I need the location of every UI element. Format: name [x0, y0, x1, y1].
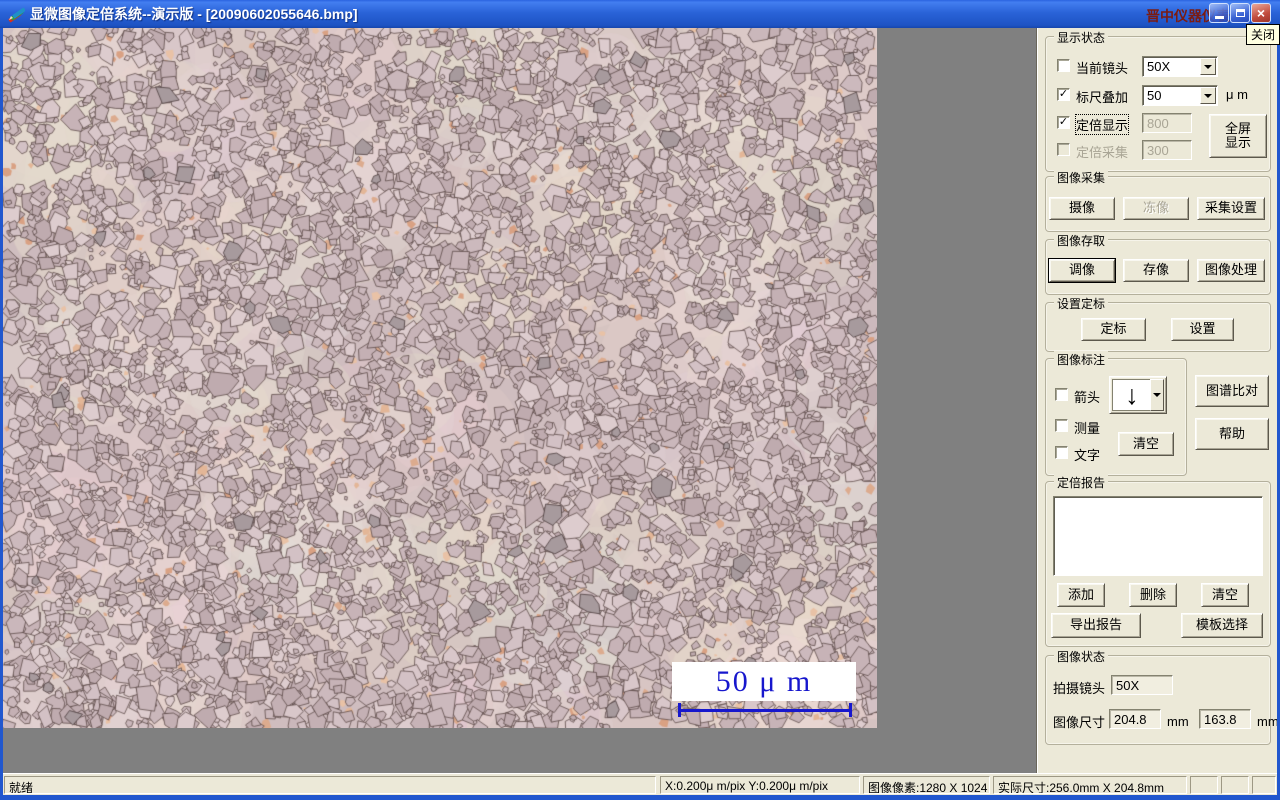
status-ready: 就绪 [4, 776, 656, 794]
status-actual-size: 实际尺寸:256.0mm X 204.8mm [993, 776, 1187, 794]
ruler-value: 50 [1147, 88, 1162, 103]
load-image-button[interactable]: 调像 [1048, 258, 1116, 283]
group-image-status: 图像状态 [1045, 648, 1271, 745]
annotation-clear-button[interactable]: 清空 [1118, 432, 1174, 456]
help-button[interactable]: 帮助 [1195, 418, 1269, 450]
current-lens-label: 当前镜头 [1076, 61, 1129, 76]
fixed-display-label: 定倍显示 [1074, 114, 1130, 135]
ruler-unit-label: μ m [1226, 87, 1248, 102]
capture-lens-field: 50X [1111, 675, 1173, 695]
shoot-button[interactable]: 摄像 [1049, 197, 1115, 220]
fixed-capture-checkbox [1057, 143, 1070, 156]
group-calibration: 设置 定标 [1045, 295, 1271, 352]
status-pixels: 图像像素:1280 X 1024 [863, 776, 990, 794]
client-area: 50 μ m [3, 28, 1036, 773]
status-empty-2 [1221, 776, 1249, 794]
save-image-button[interactable]: 存像 [1123, 259, 1189, 282]
scale-overlay-line [681, 709, 849, 712]
fixed-display-checkbox[interactable] [1057, 116, 1070, 129]
fixed-capture-label: 定倍采集 [1076, 145, 1129, 160]
restore-button[interactable] [1230, 3, 1250, 23]
measure-checkbox[interactable] [1055, 419, 1068, 432]
capture-lens-label: 拍摄镜头 [1053, 681, 1106, 696]
arrow-label: 箭头 [1074, 390, 1101, 405]
chevron-down-icon [1204, 64, 1212, 69]
image-height-unit: mm [1257, 714, 1279, 729]
minimize-icon [1214, 16, 1224, 19]
status-resolution: X:0.200μ m/pix Y:0.200μ m/pix [660, 776, 860, 794]
report-clear-button[interactable]: 清空 [1201, 583, 1249, 607]
scale-overlay-bar [678, 703, 852, 717]
image-width-unit: mm [1167, 714, 1189, 729]
current-lens-combo-button[interactable] [1200, 58, 1216, 75]
calib-settings-button[interactable]: 设置 [1171, 318, 1234, 341]
control-panel: 显示状态 当前镜头 50X 标尺叠加 50 μ m 定倍显示 800 定倍采集 … [1036, 28, 1279, 773]
app-icon [8, 7, 25, 23]
group-display-status-legend: 显示状态 [1054, 29, 1109, 46]
close-tooltip: 关闭 [1246, 24, 1280, 45]
group-annotation-legend: 图像标注 [1054, 351, 1109, 368]
capture-settings-button[interactable]: 采集设置 [1197, 197, 1265, 220]
template-select-button[interactable]: 模板选择 [1181, 613, 1263, 638]
fixed-capture-field: 300 [1142, 140, 1192, 160]
image-process-button[interactable]: 图像处理 [1197, 259, 1265, 282]
ruler-combo-button[interactable] [1200, 87, 1216, 104]
current-lens-value: 50X [1147, 59, 1171, 74]
freeze-button: 冻像 [1123, 197, 1189, 220]
arrow-style-combo[interactable]: ↓ [1109, 376, 1167, 414]
chevron-down-icon [1153, 393, 1161, 397]
image-width-field: 204.8 [1109, 709, 1161, 729]
scale-overlay-box: 50 μ m [672, 662, 856, 701]
text-label: 文字 [1074, 448, 1101, 463]
close-icon: × [1256, 5, 1266, 21]
status-empty-1 [1190, 776, 1218, 794]
group-storage-legend: 图像存取 [1054, 232, 1109, 249]
ruler-value-combo[interactable]: 50 [1142, 85, 1218, 106]
current-lens-checkbox[interactable] [1057, 59, 1070, 72]
close-button[interactable]: × [1251, 3, 1271, 23]
group-capture-legend: 图像采集 [1054, 169, 1109, 186]
title-bar: 显微图像定倍系统--演示版 - [20090602055646.bmp] 晋中仪… [0, 0, 1280, 28]
export-report-button[interactable]: 导出报告 [1051, 613, 1141, 638]
restore-icon [1235, 9, 1245, 17]
chevron-down-icon [1204, 93, 1212, 98]
minimize-button[interactable] [1209, 3, 1229, 23]
group-image-status-legend: 图像状态 [1054, 648, 1109, 665]
atlas-compare-button[interactable]: 图谱比对 [1195, 375, 1269, 407]
window-border-bottom [0, 795, 1280, 800]
arrow-style-preview: ↓ [1112, 379, 1152, 411]
image-size-label: 图像尺寸 [1053, 715, 1106, 730]
arrow-symbol: ↓ [1125, 379, 1139, 410]
calibrate-button[interactable]: 定标 [1081, 318, 1146, 341]
fullscreen-button[interactable]: 全屏显示 [1209, 114, 1267, 158]
report-add-button[interactable]: 添加 [1057, 583, 1105, 607]
arrow-style-dropdown-button[interactable] [1150, 379, 1164, 411]
micrograph-image [3, 28, 877, 728]
image-height-field: 163.8 [1199, 709, 1251, 729]
group-calibration-legend: 设置定标 [1054, 295, 1109, 312]
group-report-legend: 定倍报告 [1054, 474, 1109, 491]
arrow-checkbox[interactable] [1055, 388, 1068, 401]
current-lens-combo[interactable]: 50X [1142, 56, 1218, 77]
measure-label: 测量 [1074, 421, 1101, 436]
report-delete-button[interactable]: 删除 [1129, 583, 1177, 607]
ruler-overlay-checkbox[interactable] [1057, 88, 1070, 101]
status-empty-3 [1252, 776, 1276, 794]
status-bar: 就绪 X:0.200μ m/pix Y:0.200μ m/pix 图像像素:12… [3, 773, 1277, 795]
ruler-overlay-label: 标尺叠加 [1076, 90, 1129, 105]
text-checkbox[interactable] [1055, 446, 1068, 459]
window-title: 显微图像定倍系统--演示版 - [20090602055646.bmp] [30, 6, 358, 22]
fixed-display-field: 800 [1142, 113, 1192, 133]
window-border-left [0, 28, 3, 800]
scale-overlay-text: 50 μ m [715, 664, 813, 698]
report-listbox[interactable] [1053, 496, 1263, 576]
